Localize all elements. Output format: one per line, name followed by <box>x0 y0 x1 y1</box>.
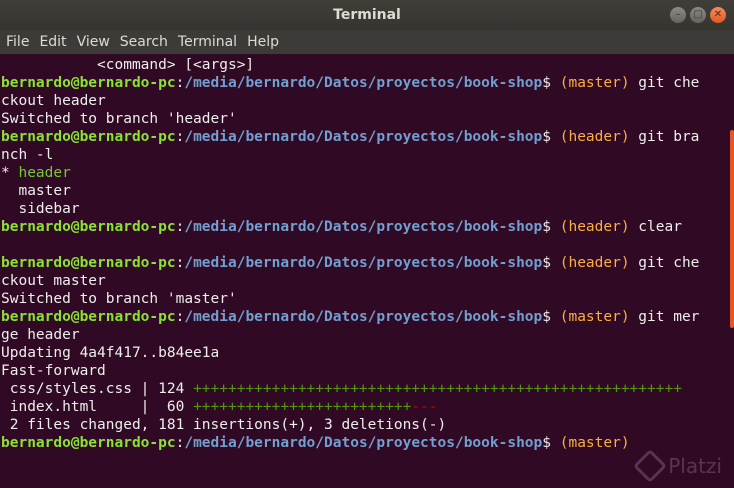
prompt-line: bernardo@bernardo-pc:/media/bernardo/Dat… <box>1 255 700 271</box>
command-text: git bra <box>629 129 700 145</box>
prompt-path: /media/bernardo/Datos/proyectos/book-sho… <box>184 75 543 91</box>
git-branch: (master) <box>559 435 630 451</box>
diffstat-deletions: --- <box>411 399 438 415</box>
command-text: clear <box>629 219 682 235</box>
command-text: git mer <box>629 309 700 325</box>
command-text: git che <box>629 75 700 91</box>
output-line: Switched to branch 'master' <box>1 291 237 307</box>
minimize-icon[interactable]: – <box>670 7 686 23</box>
output-line: sidebar <box>1 201 80 217</box>
menu-help[interactable]: Help <box>243 34 283 50</box>
scrollbar[interactable] <box>730 130 734 328</box>
diffstat-file: css/styles.css | 124 <box>1 381 194 397</box>
prompt-user: bernardo@bernardo-pc <box>1 435 176 451</box>
output-line: Updating 4a4f417..b84ee1a <box>1 345 220 361</box>
diffstat-line: index.html | 60 ++++++++++++++++++++++++… <box>1 398 438 416</box>
git-branch: (master) <box>559 75 630 91</box>
menu-bar: File Edit View Search Terminal Help <box>0 30 734 54</box>
output-line: ge header <box>1 327 80 343</box>
prompt-line: bernardo@bernardo-pc:/media/bernardo/Dat… <box>1 75 700 91</box>
prompt-path: /media/bernardo/Datos/proyectos/book-sho… <box>184 219 543 235</box>
title-bar[interactable]: Terminal – □ ✕ <box>0 0 734 30</box>
prompt-line: bernardo@bernardo-pc:/media/bernardo/Dat… <box>1 309 700 325</box>
output-line: 2 files changed, 181 insertions(+), 3 de… <box>1 417 447 433</box>
prompt-path: /media/bernardo/Datos/proyectos/book-sho… <box>184 435 543 451</box>
platzi-watermark: Platzi <box>633 449 722 483</box>
prompt-user: bernardo@bernardo-pc <box>1 309 176 325</box>
command-text: git che <box>629 255 700 271</box>
platzi-logo-icon <box>633 449 668 483</box>
prompt-line: bernardo@bernardo-pc:/media/bernardo/Dat… <box>1 219 682 235</box>
prompt-user: bernardo@bernardo-pc <box>1 75 176 91</box>
prompt-line: bernardo@bernardo-pc:/media/bernardo/Dat… <box>1 129 700 145</box>
menu-view[interactable]: View <box>73 34 114 50</box>
window-title: Terminal <box>333 7 401 23</box>
prompt-path: /media/bernardo/Datos/proyectos/book-sho… <box>184 255 543 271</box>
menu-edit[interactable]: Edit <box>35 34 70 50</box>
close-icon[interactable]: ✕ <box>710 7 726 23</box>
output-line: ckout header <box>1 93 106 109</box>
prompt-user: bernardo@bernardo-pc <box>1 129 176 145</box>
output-line: Switched to branch 'header' <box>1 111 237 127</box>
git-branch: (header) <box>559 219 630 235</box>
prompt-user: bernardo@bernardo-pc <box>1 219 176 235</box>
output-line: nch -l <box>1 147 54 163</box>
prompt-user: bernardo@bernardo-pc <box>1 255 176 271</box>
window-controls: – □ ✕ <box>670 7 726 23</box>
prompt-line: bernardo@bernardo-pc:/media/bernardo/Dat… <box>1 435 630 451</box>
diffstat-insertions: +++++++++++++++++++++++++ <box>193 399 412 415</box>
current-branch-marker: * <box>1 165 19 181</box>
menu-file[interactable]: File <box>2 34 33 50</box>
menu-search[interactable]: Search <box>116 34 172 50</box>
output-line: * header <box>1 164 71 182</box>
prompt-path: /media/bernardo/Datos/proyectos/book-sho… <box>184 309 543 325</box>
output-line: Fast-forward <box>1 363 106 379</box>
git-branch: (header) <box>559 255 630 271</box>
output-line: master <box>1 183 71 199</box>
output-line: ckout master <box>1 273 106 289</box>
menu-terminal[interactable]: Terminal <box>174 34 241 50</box>
diffstat-file: index.html | 60 <box>1 399 194 415</box>
diffstat-insertions: ++++++++++++++++++++++++++++++++++++++++… <box>193 381 682 397</box>
prompt-path: /media/bernardo/Datos/proyectos/book-sho… <box>184 129 543 145</box>
current-branch: header <box>18 165 71 181</box>
watermark-text: Platzi <box>668 454 722 478</box>
git-branch: (header) <box>559 129 630 145</box>
maximize-icon[interactable]: □ <box>690 7 706 23</box>
output-line: <command> [<args>] <box>1 57 255 73</box>
terminal-output[interactable]: <command> [<args>] bernardo@bernardo-pc:… <box>0 54 728 488</box>
diffstat-line: css/styles.css | 124 +++++++++++++++++++… <box>1 380 682 398</box>
terminal-window: Terminal – □ ✕ File Edit View Search Ter… <box>0 0 734 488</box>
git-branch: (master) <box>559 309 630 325</box>
